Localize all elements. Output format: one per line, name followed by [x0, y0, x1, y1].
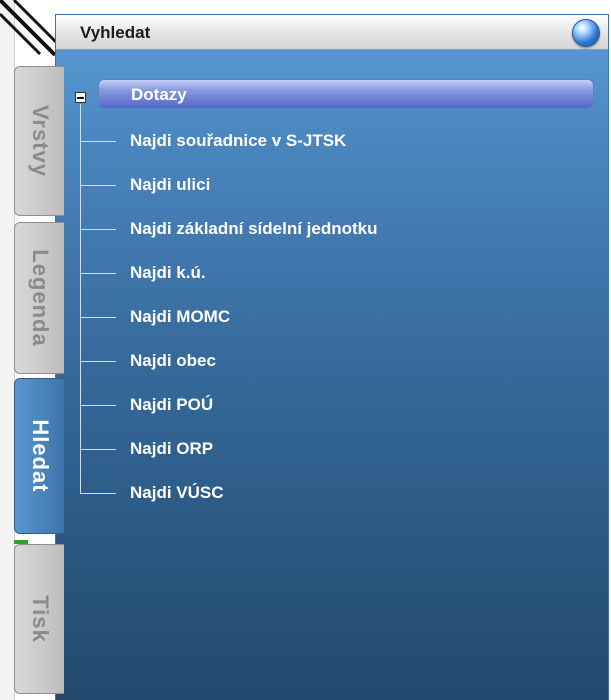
panel-title: Vyhledat [80, 23, 151, 42]
tree-item-label: Najdi MOMC [130, 307, 231, 326]
tab-hledat[interactable]: Hledat [14, 378, 64, 534]
map-corner-lines [0, 0, 58, 57]
tree-branch-line [80, 185, 116, 186]
tab-label: Hledat [27, 419, 53, 493]
info-orb-icon[interactable] [572, 19, 600, 47]
tree-branch-line [80, 317, 116, 318]
tree-branch-line [80, 141, 116, 142]
tree-item-label: Najdi POÚ [130, 395, 214, 414]
minus-box-icon[interactable] [75, 92, 86, 103]
tree-root-dotazy[interactable]: Dotazy [98, 79, 594, 109]
tab-label: Vrstvy [27, 104, 53, 178]
tree-item-label: Najdi souřadnice v S-JTSK [130, 131, 347, 150]
tree-branch-line [80, 405, 116, 406]
tree-item-label: Najdi základní sídelní jednotku [130, 219, 378, 238]
tree-branch-line [80, 449, 116, 450]
tab-vrstvy[interactable]: Vrstvy [14, 66, 64, 216]
tree-item-label: Najdi ORP [130, 439, 214, 458]
tree-branch-line [80, 229, 116, 230]
tree-item-label: Najdi k.ú. [130, 263, 206, 282]
tab-tisk[interactable]: Tisk [14, 544, 64, 694]
tab-legenda[interactable]: Legenda [14, 222, 64, 374]
tree-connector [80, 104, 81, 494]
tab-label: Tisk [27, 595, 53, 643]
tree-item-label: Najdi VÚSC [130, 483, 224, 502]
tab-label: Legenda [27, 249, 53, 347]
tree-branch-line [80, 493, 116, 494]
tree-item-label: Najdi obec [130, 351, 216, 370]
map-edge [0, 0, 15, 700]
tree-item-label: Najdi ulici [130, 175, 211, 194]
tree-branch-line [80, 361, 116, 362]
panel-header: Vyhledat [56, 15, 608, 50]
tree-branch-line [80, 273, 116, 274]
tree-root-label: Dotazy [131, 85, 187, 104]
